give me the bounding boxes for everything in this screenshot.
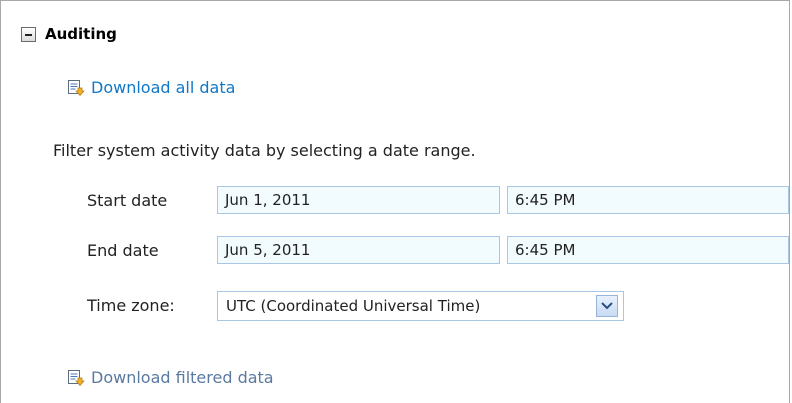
start-date-label: Start date — [87, 191, 168, 210]
start-time-input[interactable]: 6:45 PM — [507, 186, 789, 214]
download-filtered-label: Download filtered data — [91, 368, 274, 387]
document-download-icon — [68, 369, 85, 386]
end-date-label: End date — [87, 241, 159, 260]
end-time-input[interactable]: 6:45 PM — [507, 236, 789, 264]
chevron-down-icon[interactable] — [596, 295, 618, 317]
download-filtered-data-link[interactable]: Download filtered data — [67, 368, 274, 387]
collapse-minus-icon[interactable] — [21, 26, 36, 42]
filter-intro-text: Filter system activity data by selecting… — [53, 141, 476, 160]
auditing-panel: Auditing Download all data Filter system… — [0, 0, 790, 403]
section-title: Auditing — [45, 25, 117, 43]
document-download-icon — [68, 79, 85, 96]
timezone-selected-value: UTC (Coordinated Universal Time) — [226, 297, 481, 315]
end-date-input[interactable]: Jun 5, 2011 — [217, 236, 500, 264]
timezone-label: Time zone: — [87, 296, 175, 315]
download-all-label: Download all data — [91, 78, 236, 97]
section-header: Auditing — [21, 23, 117, 45]
download-all-data-link[interactable]: Download all data — [67, 78, 235, 97]
timezone-select[interactable]: UTC (Coordinated Universal Time) — [217, 291, 624, 321]
start-date-input[interactable]: Jun 1, 2011 — [217, 186, 500, 214]
